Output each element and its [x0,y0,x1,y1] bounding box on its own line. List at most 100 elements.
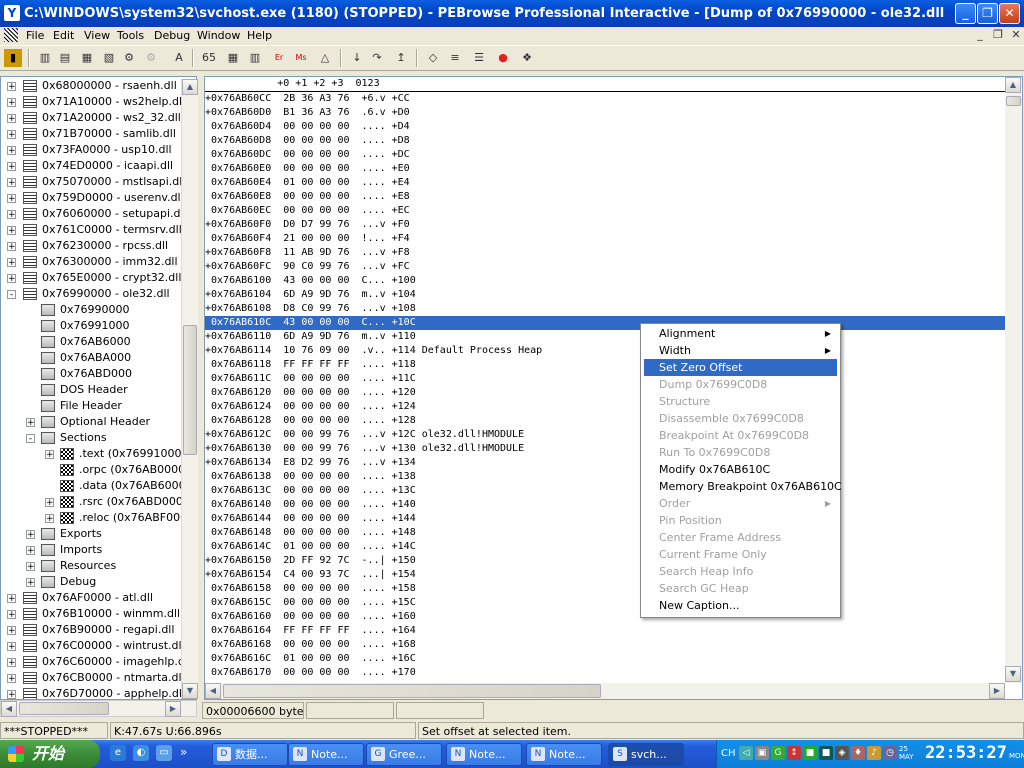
tree-item[interactable]: +0x76060000 - setupapi.dll [1,206,187,222]
dump-row[interactable]: 0x76AB6164 FF FF FF FF .... +164 [205,624,1005,638]
dump-row[interactable]: 0x76AB6124 00 00 00 00 .... +124 [205,400,1005,414]
dump-row[interactable]: +0x76AB60FC 90 C0 99 76 ...v +FC [205,260,1005,274]
dump-row[interactable]: +0x76AB6130 00 00 99 76 ...v +130 ole32.… [205,442,1005,456]
mdi-close-button[interactable]: ✕ [1008,28,1024,43]
tray-arrow-icon[interactable]: ↕ [787,746,801,760]
dump-hscroll-thumb[interactable] [223,684,601,698]
disabled-gears-icon[interactable]: ⚙ [142,49,160,67]
tree-item[interactable]: +0x71A10000 - ws2help.dll [1,94,185,110]
mdi-minimize-button[interactable]: _ [972,28,988,43]
taskbar-button[interactable]: N Note... [446,743,522,766]
clock-time[interactable]: 22:53:27 [925,743,1007,763]
chart-icon[interactable]: ▥ [36,49,54,67]
dump-scroll-thumb[interactable] [1006,96,1021,106]
clipboard-icon[interactable]: ▥ [246,49,264,67]
tree-item[interactable]: 0x76AB6000 [1,334,181,350]
menu-edit[interactable]: Edit [53,29,74,42]
stack-icon[interactable]: ☰ [470,49,488,67]
collapse-icon[interactable]: - [7,290,16,300]
close-button[interactable]: ✕ [999,3,1020,24]
dump-vertical-scrollbar[interactable]: ▲ ▼ [1005,77,1022,683]
expand-icon[interactable]: + [7,226,16,236]
list-icon[interactable]: ≡ [446,49,464,67]
dump-row[interactable]: 0x76AB613C 00 00 00 00 .... +13C [205,484,1005,498]
dump-row[interactable]: +0x76AB6154 C4 00 93 7C ...| +154 [205,568,1005,582]
expand-icon[interactable]: + [26,418,35,428]
expand-icon[interactable]: + [7,594,16,604]
dump-row[interactable]: 0x76AB60DC 00 00 00 00 .... +DC [205,148,1005,162]
step-over-icon[interactable]: ↷ [368,49,386,67]
calculator-icon[interactable]: ▦ [224,49,242,67]
app-icon[interactable]: Y [4,5,20,21]
tree-item[interactable]: +0x74ED0000 - icaapi.dll [1,158,181,174]
tree-item[interactable]: - Sections [1,430,181,446]
tree-item[interactable]: 0x76990000 [1,302,181,318]
dump-row[interactable]: +0x76AB60D0 B1 36 A3 76 .6.v +D0 [205,106,1005,120]
dump-row[interactable]: 0x76AB6168 00 00 00 00 .... +168 [205,638,1005,652]
expand-icon[interactable]: + [45,514,54,524]
expand-icon[interactable]: + [7,194,16,204]
tree-item[interactable]: +0x76AF0000 - atl.dll [1,590,181,606]
menu-help[interactable]: Help [247,29,272,42]
dump-row[interactable]: +0x76AB6104 6D A9 9D 76 m..v +104 [205,288,1005,302]
tree-scroll-thumb[interactable] [183,325,197,455]
dump-row[interactable]: 0x76AB60D4 00 00 00 00 .... +D4 [205,120,1005,134]
dump-row[interactable]: 0x76AB611C 00 00 00 00 .... +11C [205,372,1005,386]
minimize-button[interactable]: _ [955,3,976,24]
dump-row[interactable]: 0x76AB60F4 21 00 00 00 !... +F4 [205,232,1005,246]
expand-icon[interactable]: + [7,626,16,636]
taskbar-button[interactable]: D 数据... [212,743,288,766]
warning-icon[interactable]: △ [316,49,334,67]
tray-shield-icon[interactable]: ◈ [835,746,849,760]
dump-row[interactable]: +0x76AB6134 E8 D2 99 76 ...v +134 [205,456,1005,470]
expand-icon[interactable]: + [7,210,16,220]
dump-row[interactable]: 0x76AB6148 00 00 00 00 .... +148 [205,526,1005,540]
dump-row[interactable]: 0x76AB60D8 00 00 00 00 .... +D8 [205,134,1005,148]
dump-row[interactable]: 0x76AB60E8 00 00 00 00 .... +E8 [205,190,1005,204]
quick-launch-more[interactable]: » [180,745,187,759]
tree-item[interactable]: 0x76991000 [1,318,181,334]
document-icon[interactable] [4,28,18,42]
start-button[interactable]: 开始 [0,740,100,768]
expand-icon[interactable]: + [7,178,16,188]
step-into-icon[interactable]: ↓ [348,49,366,67]
tree-item[interactable]: +0x75070000 - mstlsapi.dll [1,174,185,190]
mdi-restore-button[interactable]: ❐ [990,28,1006,43]
tray-g-icon[interactable]: G [771,746,785,760]
tree-item[interactable]: 0x76ABA000 [1,350,181,366]
tree-item[interactable]: .orpc (0x76AB0000) [1,462,189,478]
dump-row[interactable]: +0x76AB60F0 D0 D7 99 76 ...v +F0 [205,218,1005,232]
maximize-button[interactable]: ❐ [977,3,998,24]
dump-row[interactable]: 0x76AB6170 00 00 00 00 .... +170 [205,666,1005,680]
tree-vertical-scrollbar[interactable]: ▲ ▼ [181,79,198,699]
dump-row[interactable]: 0x76AB6158 00 00 00 00 .... +158 [205,582,1005,596]
expand-icon[interactable]: + [7,242,16,252]
collapse-icon[interactable]: - [26,434,35,444]
language-indicator[interactable]: CH [721,748,736,759]
expand-icon[interactable]: + [7,610,16,620]
dump-row[interactable]: 0x76AB615C 00 00 00 00 .... +15C [205,596,1005,610]
tree-item[interactable]: +0x76B10000 - winmm.dll [1,606,181,622]
dump-row[interactable]: +0x76AB60CC 2B 36 A3 76 +6.v +CC [205,92,1005,106]
tree-item[interactable]: + .text (0x76991000) [1,446,186,462]
desktop-icon[interactable]: ▭ [156,745,172,761]
tree-item[interactable]: +0x765E0000 - crypt32.dll [1,270,181,286]
options-icon[interactable]: ▧ [100,49,118,67]
gears-icon[interactable]: ⚙ [120,49,138,67]
module-tree[interactable]: +0x68000000 - rsaenh.dll +0x71A10000 - ws… [0,76,197,700]
dump-row[interactable]: +0x76AB6114 10 76 09 00 .v.. +114 Defaul… [205,344,1005,358]
stop-icon[interactable]: ● [494,49,512,67]
dump-row[interactable]: 0x76AB6118 FF FF FF FF .... +118 [205,358,1005,372]
dump-scroll-up-button[interactable]: ▲ [1005,77,1021,93]
expand-icon[interactable]: + [7,82,16,92]
scroll-up-button[interactable]: ▲ [182,79,198,95]
message-icon[interactable]: Ms [292,49,310,67]
dump-row[interactable]: 0x76AB60E4 01 00 00 00 .... +E4 [205,176,1005,190]
dump-row[interactable]: 0x76AB6160 00 00 00 00 .... +160 [205,610,1005,624]
expand-icon[interactable]: + [26,578,35,588]
tree-item[interactable]: + .rsrc (0x76ABD000) [1,494,187,510]
expand-icon[interactable]: + [26,562,35,572]
tree-item[interactable]: .data (0x76AB6000) [1,478,190,494]
expand-icon[interactable]: + [26,530,35,540]
dump-row[interactable]: 0x76AB6144 00 00 00 00 .... +144 [205,512,1005,526]
